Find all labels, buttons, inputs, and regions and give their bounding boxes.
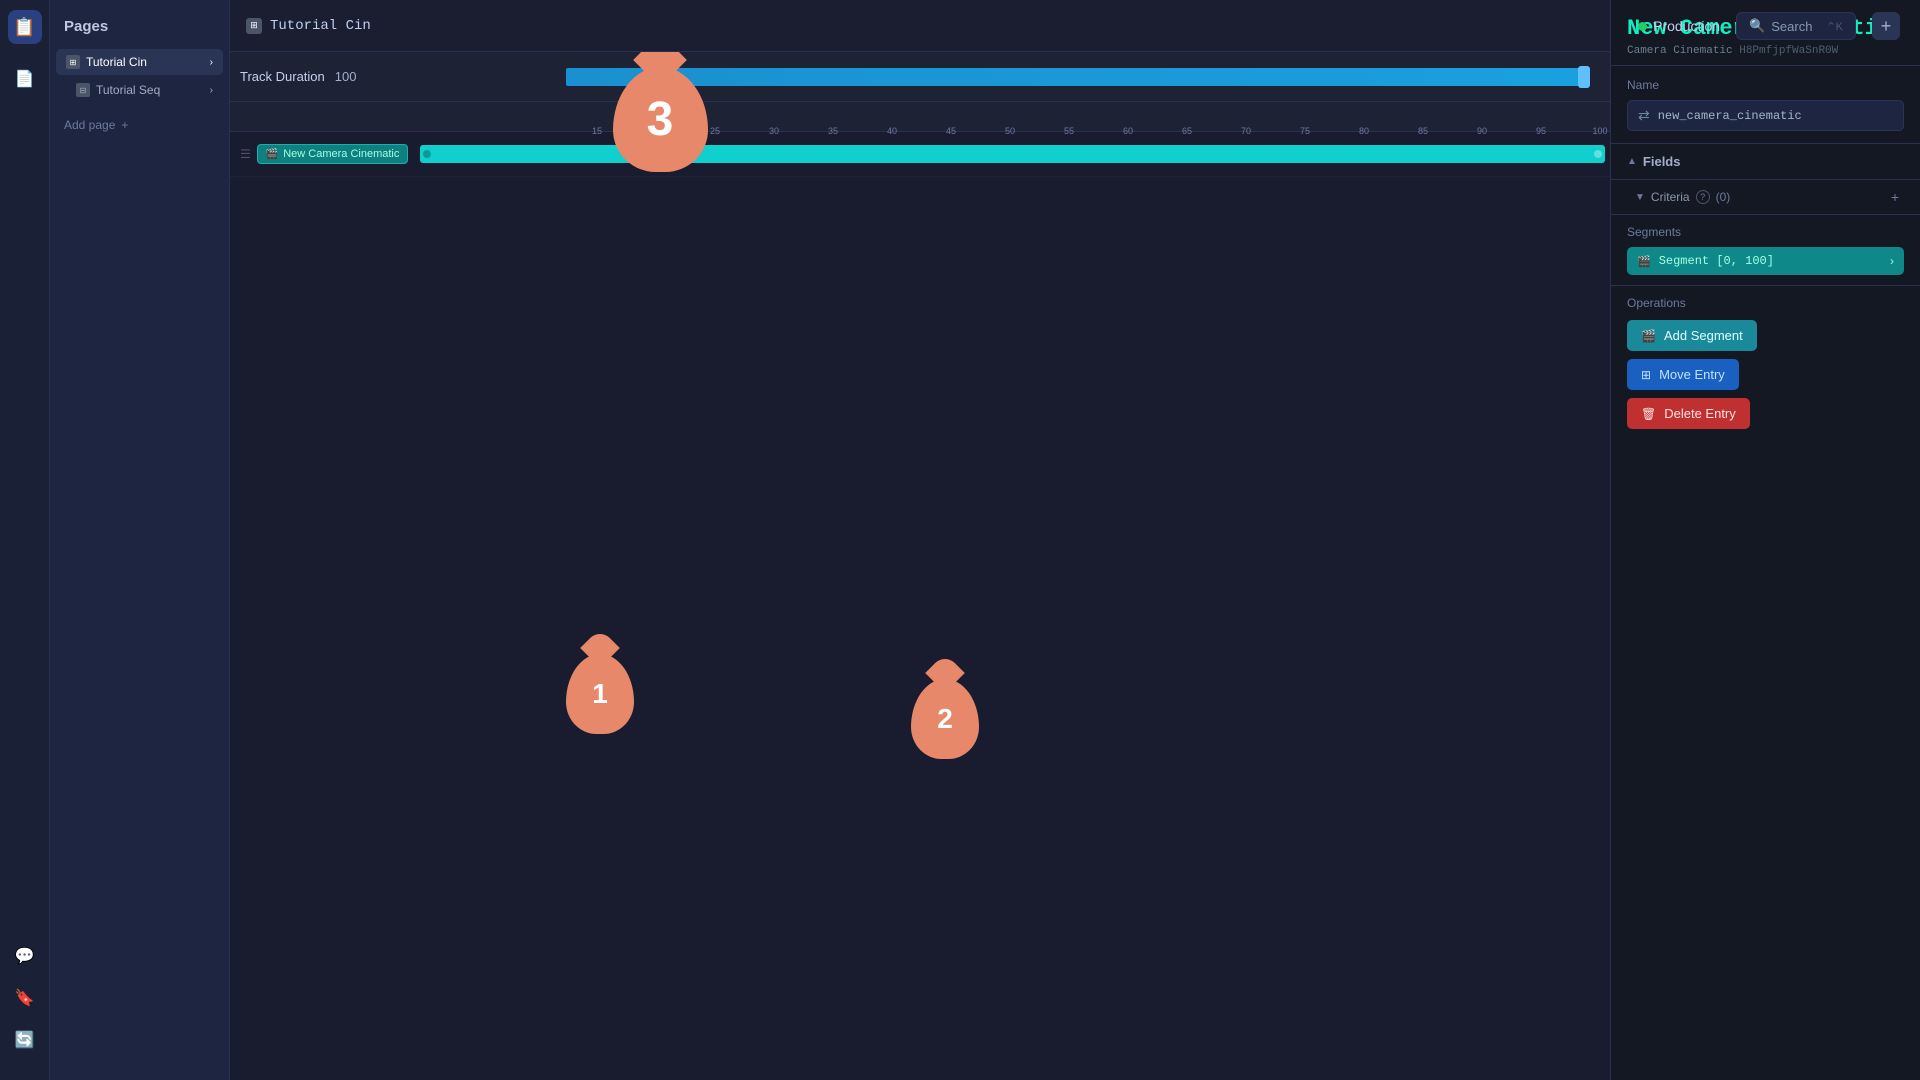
name-label: Name xyxy=(1627,78,1904,92)
annotation-1: 1 xyxy=(565,651,635,736)
criteria-chevron-icon: ▼ xyxy=(1635,192,1645,203)
segments-section: Segments 🎬 Segment [0, 100] › xyxy=(1611,215,1920,286)
annotation-drop-2: 2 xyxy=(910,676,980,761)
add-page-icon: + xyxy=(121,118,128,132)
track-duration-value: 100 xyxy=(335,69,357,84)
criteria-label: Criteria xyxy=(1651,190,1690,204)
name-section: Name ⇄ new_camera_cinematic xyxy=(1611,66,1920,144)
discord-icon-btn[interactable]: 💬 xyxy=(10,941,40,971)
track-row: ☰ 🎬 New Camera Cinematic xyxy=(230,132,1610,177)
move-entry-label: Move Entry xyxy=(1659,367,1725,382)
main-content: ⊞ Tutorial Cin Track Duration 100 152025… xyxy=(230,0,1610,1080)
move-entry-button[interactable]: ⊞ Move Entry xyxy=(1627,359,1739,390)
fields-header[interactable]: ▲ Fields xyxy=(1611,144,1920,180)
name-field-value: new_camera_cinematic xyxy=(1658,109,1802,123)
add-segment-button[interactable]: 🎬 Add Segment xyxy=(1627,320,1757,351)
sidebar-item-tutorial-seq[interactable]: ⊟ Tutorial Seq › xyxy=(56,77,223,103)
pages-icon: 📄 xyxy=(15,69,35,89)
timeline-header: Track Duration 100 xyxy=(230,52,1610,102)
page-icon: ⊞ xyxy=(66,55,80,69)
criteria-add-button[interactable]: + xyxy=(1886,188,1904,206)
bookmark-icon-btn[interactable]: 🔖 xyxy=(10,983,40,1013)
add-icon: + xyxy=(1881,16,1892,37)
hamburger-icon[interactable]: ☰ xyxy=(240,147,251,161)
track-duration-label: Track Duration xyxy=(240,69,325,84)
segments-label: Segments xyxy=(1627,225,1904,239)
drop-number-2: 2 xyxy=(937,703,953,735)
search-icon: 🔍 xyxy=(1749,18,1765,34)
sidebar: Pages ⊞ Tutorial Cin › ⊟ Tutorial Seq › … xyxy=(50,0,230,1080)
segment-video-icon: 🎬 xyxy=(1637,255,1651,268)
track-timeline xyxy=(420,132,1610,176)
sidebar-item-tutorial-cin[interactable]: ⊞ Tutorial Cin › xyxy=(56,49,223,75)
refresh-icon-btn[interactable]: 🔄 xyxy=(10,1025,40,1055)
delete-entry-label: Delete Entry xyxy=(1664,406,1736,421)
criteria-row[interactable]: ▼ Criteria ? (0) + xyxy=(1611,180,1920,215)
chevron-right-icon: › xyxy=(210,57,213,68)
production-label: Production xyxy=(1653,18,1720,34)
discord-icon: 💬 xyxy=(15,946,35,966)
top-bar-page-title: Tutorial Cin xyxy=(270,18,371,34)
app-logo: 📋 xyxy=(8,10,42,44)
icon-bar: 📋 📄 💬 🔖 🔄 xyxy=(0,0,50,1080)
right-panel: New Camera Cinematic Camera Cinematic H8… xyxy=(1610,0,1920,1080)
operations-section: Operations 🎬 Add Segment ⊞ Move Entry 🗑 … xyxy=(1611,286,1920,447)
annotation-drop-1: 1 xyxy=(565,651,635,736)
seq-icon: ⊟ xyxy=(76,83,90,97)
name-field-icon: ⇄ xyxy=(1638,107,1650,124)
annotation-2: 2 xyxy=(910,676,980,761)
name-field[interactable]: ⇄ new_camera_cinematic xyxy=(1627,100,1904,131)
sidebar-item-label-0: Tutorial Cin xyxy=(86,55,147,69)
production-status-dot xyxy=(1638,22,1647,31)
search-shortcut: ⌃K xyxy=(1826,20,1843,33)
track-chip-label: New Camera Cinematic xyxy=(283,148,399,160)
move-entry-icon: ⊞ xyxy=(1641,368,1651,382)
search-label: Search xyxy=(1771,19,1812,34)
top-bar-page-icon: ⊞ xyxy=(246,18,262,34)
timeline-area: Track Duration 100 152025303540455055606… xyxy=(230,52,1610,1080)
track-chip[interactable]: 🎬 New Camera Cinematic xyxy=(257,144,409,164)
add-page-label: Add page xyxy=(64,118,115,132)
segment-arrow-icon: › xyxy=(1890,254,1894,268)
delete-entry-icon: 🗑 xyxy=(1641,407,1656,421)
timeline-canvas: 1 2 xyxy=(230,606,1610,1080)
operations-label: Operations xyxy=(1627,296,1904,310)
top-bar: ⊞ Tutorial Cin xyxy=(230,0,1610,52)
track-bar[interactable] xyxy=(420,145,1605,163)
sidebar-item-label-1: Tutorial Seq xyxy=(96,83,160,97)
refresh-icon: 🔄 xyxy=(15,1030,35,1050)
global-topbar: Production 🔍 Search ⌃K + xyxy=(1618,0,1920,52)
add-button[interactable]: + xyxy=(1872,12,1900,40)
delete-entry-button[interactable]: 🗑 Delete Entry xyxy=(1627,398,1750,429)
criteria-count: (0) xyxy=(1716,190,1731,204)
track-bar-dot-left xyxy=(423,150,431,158)
add-segment-icon: 🎬 xyxy=(1641,329,1656,343)
scrubber-handle[interactable] xyxy=(1578,66,1590,88)
fields-label: Fields xyxy=(1643,154,1681,169)
track-label: ☰ 🎬 New Camera Cinematic xyxy=(230,144,420,164)
production-indicator: Production xyxy=(1638,18,1720,34)
criteria-info-icon: ? xyxy=(1696,190,1710,204)
drop-shape-2: 2 xyxy=(911,679,979,759)
chevron-right-icon-2: › xyxy=(210,85,213,96)
video-icon: 🎬 xyxy=(266,149,278,160)
logo-icon: 📋 xyxy=(13,17,35,38)
pages-icon-btn[interactable]: 📄 xyxy=(10,64,40,94)
track-bar-dot-right xyxy=(1594,150,1602,158)
add-segment-label: Add Segment xyxy=(1664,328,1743,343)
segment-item[interactable]: 🎬 Segment [0, 100] › xyxy=(1627,247,1904,275)
bookmark-icon: 🔖 xyxy=(15,988,35,1008)
fields-chevron-icon: ▲ xyxy=(1627,156,1637,167)
timeline-ruler: 1520253035404550556065707580859095100 xyxy=(230,102,1610,132)
segment-item-label: Segment [0, 100] xyxy=(1659,254,1882,268)
drop-shape-1: 1 xyxy=(566,654,634,734)
drop-number-1: 1 xyxy=(592,678,608,710)
tracks-container: ☰ 🎬 New Camera Cinematic xyxy=(230,132,1610,606)
search-bar[interactable]: 🔍 Search ⌃K xyxy=(1736,12,1856,40)
add-page-button[interactable]: Add page + xyxy=(50,112,229,138)
sidebar-header: Pages xyxy=(50,10,229,43)
scrubber-bar[interactable] xyxy=(566,68,1590,86)
